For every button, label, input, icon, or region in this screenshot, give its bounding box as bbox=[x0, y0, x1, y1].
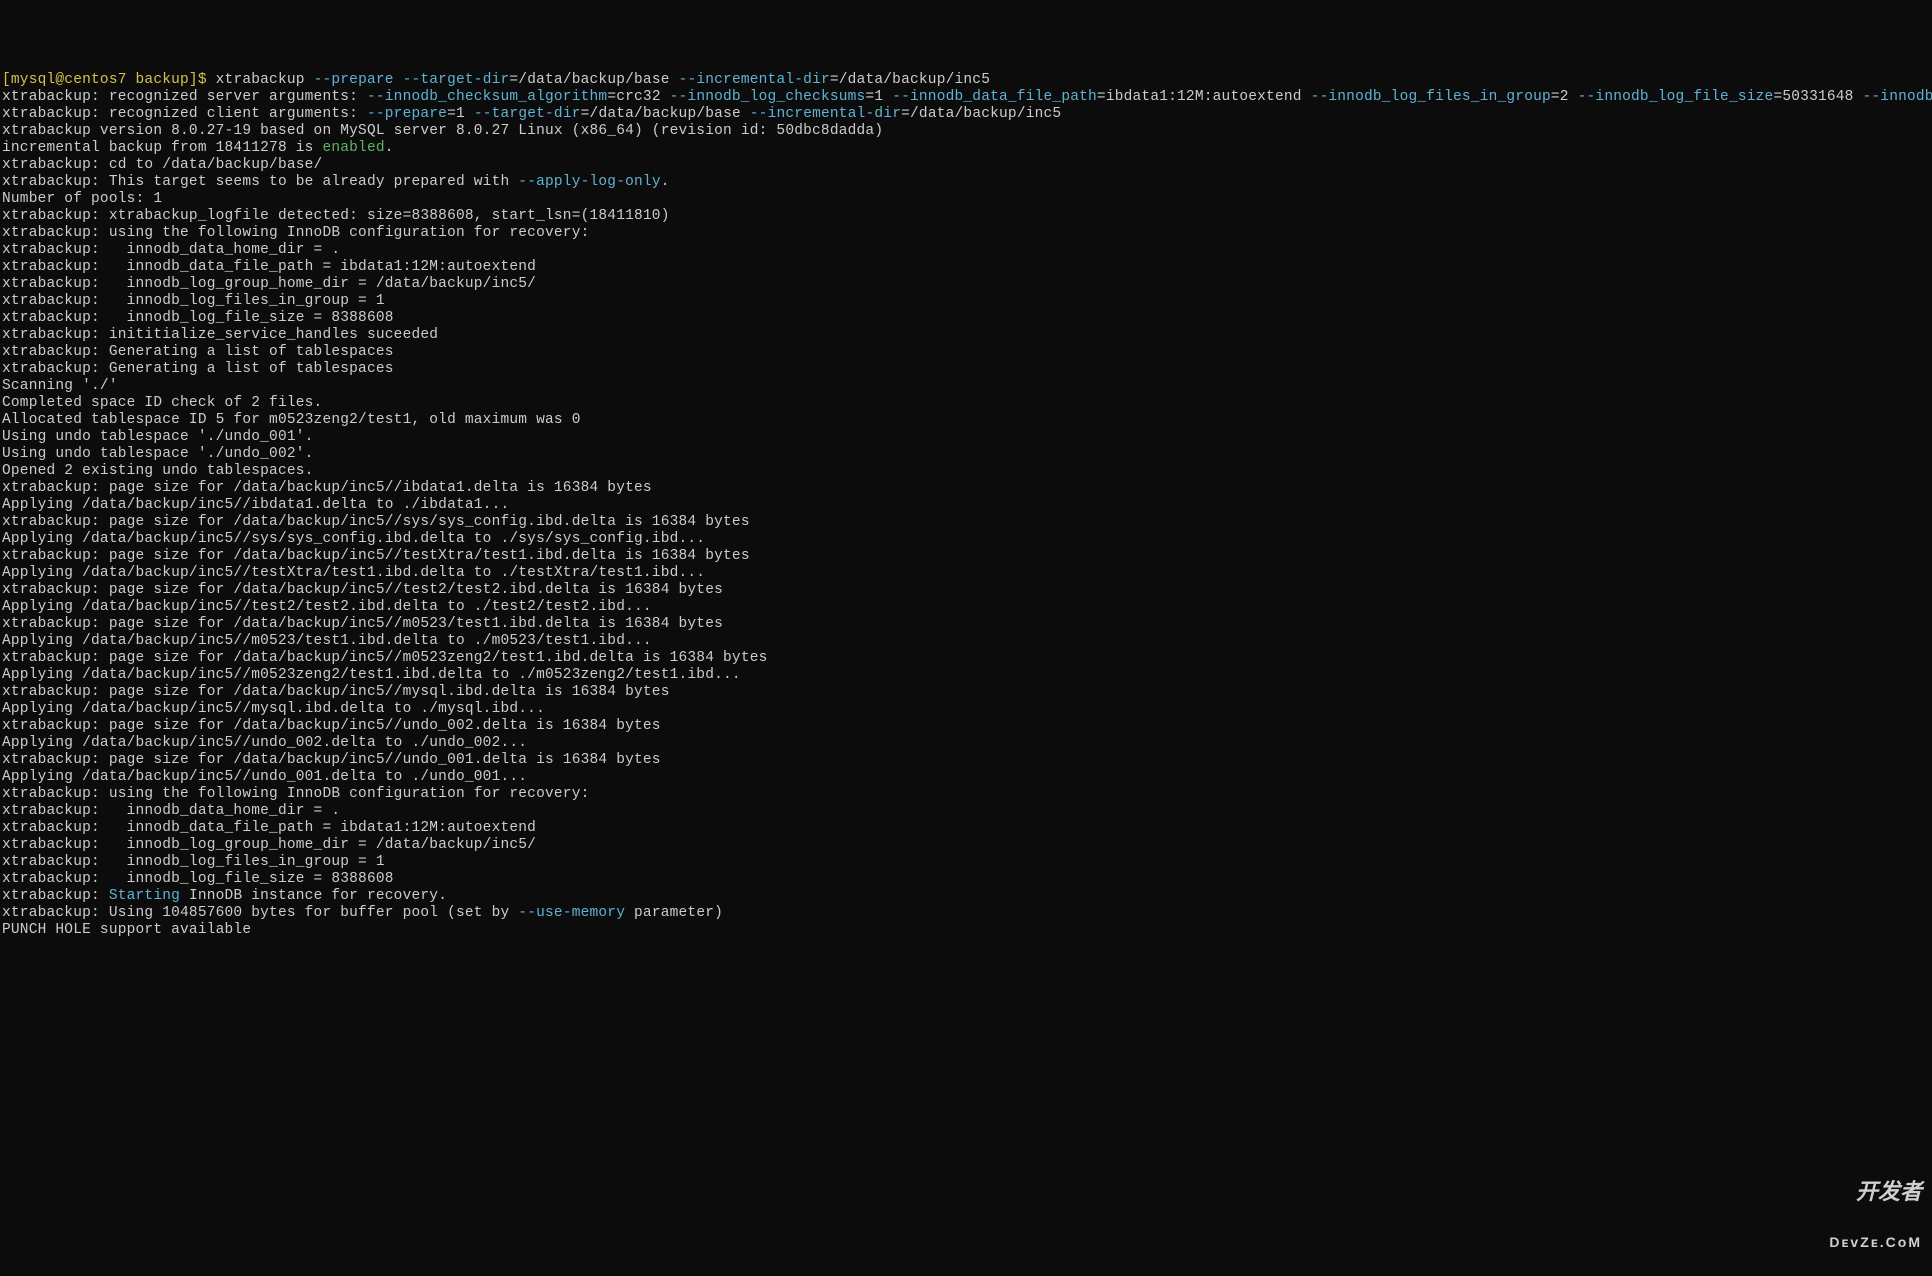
server-args-prefix: xtrabackup: recognized server arguments: bbox=[2, 89, 367, 105]
terminal-output[interactable]: [mysql@centos7 backup]$ xtrabackup --pre… bbox=[2, 72, 1930, 939]
output-line: xtrabackup: page size for /data/backup/i… bbox=[2, 480, 652, 496]
arg: --innodb_log_checksums bbox=[670, 89, 866, 105]
output-line: xtrabackup: page size for /data/backup/i… bbox=[2, 718, 661, 734]
val: =1 bbox=[865, 89, 892, 105]
output-line: xtrabackup: page size for /data/backup/i… bbox=[2, 650, 768, 666]
output-line: xtrabackup: innodb_data_home_dir = . bbox=[2, 242, 340, 258]
output-line: xtrabackup: page size for /data/backup/i… bbox=[2, 548, 750, 564]
watermark-bottom: DᴇᴠZᴇ.CᴏM bbox=[1829, 1234, 1922, 1251]
output-line: Scanning './' bbox=[2, 378, 118, 394]
val: =1 bbox=[447, 106, 474, 122]
output-line: Applying /data/backup/inc5//testXtra/tes… bbox=[2, 565, 705, 581]
output-line: xtrabackup: innodb_data_file_path = ibda… bbox=[2, 259, 536, 275]
output-line: Applying /data/backup/inc5//ibdata1.delt… bbox=[2, 497, 509, 513]
output-line: xtrabackup: Using 104857600 bytes for bu… bbox=[2, 905, 723, 921]
option-incremental-dir: --incremental-dir bbox=[679, 72, 830, 88]
output-line: xtrabackup: Generating a list of tablesp… bbox=[2, 361, 394, 377]
enabled-keyword: enabled bbox=[322, 140, 384, 156]
val: =2 bbox=[1551, 89, 1578, 105]
client-args-line: xtrabackup: recognized client arguments:… bbox=[2, 106, 1061, 122]
val: =/data/backup/inc5 bbox=[901, 106, 1061, 122]
output-line: Applying /data/backup/inc5//mysql.ibd.de… bbox=[2, 701, 545, 717]
output-line: Applying /data/backup/inc5//undo_001.del… bbox=[2, 769, 527, 785]
output-line: xtrabackup: page size for /data/backup/i… bbox=[2, 514, 750, 530]
val: =ibdata1:12M:autoextend bbox=[1097, 89, 1311, 105]
option-value: =/data/backup/base bbox=[509, 72, 678, 88]
output-line: Number of pools: 1 bbox=[2, 191, 162, 207]
output-line: xtrabackup: innodb_log_group_home_dir = … bbox=[2, 276, 536, 292]
arg: --innodb_log_files_in_group bbox=[1311, 89, 1551, 105]
output-line: xtrabackup: Starting InnoDB instance for… bbox=[2, 888, 447, 904]
output-line: xtrabackup: innodb_data_home_dir = . bbox=[2, 803, 340, 819]
arg: --target-dir bbox=[474, 106, 581, 122]
output-line: xtrabackup: using the following InnoDB c… bbox=[2, 225, 590, 241]
output-line: Applying /data/backup/inc5//sys/sys_conf… bbox=[2, 531, 705, 547]
watermark-logo: 开发者 DᴇᴠZᴇ.CᴏM bbox=[1829, 1149, 1922, 1268]
output-line: xtrabackup: innodb_data_file_path = ibda… bbox=[2, 820, 536, 836]
output-line: Applying /data/backup/inc5//m0523zeng2/t… bbox=[2, 667, 741, 683]
output-line: xtrabackup: innodb_log_files_in_group = … bbox=[2, 854, 385, 870]
output-line: Using undo tablespace './undo_002'. bbox=[2, 446, 314, 462]
client-args-prefix: xtrabackup: recognized client arguments: bbox=[2, 106, 367, 122]
starting-keyword: Starting bbox=[109, 888, 180, 904]
output-line: PUNCH HOLE support available bbox=[2, 922, 251, 938]
output-line: Applying /data/backup/inc5//undo_002.del… bbox=[2, 735, 527, 751]
output-line: Opened 2 existing undo tablespaces. bbox=[2, 463, 314, 479]
command-name: xtrabackup bbox=[216, 72, 314, 88]
output-line: xtrabackup: cd to /data/backup/base/ bbox=[2, 157, 322, 173]
output-line: xtrabackup: This target seems to be alre… bbox=[2, 174, 670, 190]
arg: --innodb_checksum_algorithm bbox=[367, 89, 607, 105]
output-line: xtrabackup: page size for /data/backup/i… bbox=[2, 684, 670, 700]
output-line: Completed space ID check of 2 files. bbox=[2, 395, 322, 411]
arg: --innodb_data_file_path bbox=[892, 89, 1097, 105]
output-line: xtrabackup: page size for /data/backup/i… bbox=[2, 582, 723, 598]
output-line: Using undo tablespace './undo_001'. bbox=[2, 429, 314, 445]
arg: --prepare bbox=[367, 106, 447, 122]
prompt-line: [mysql@centos7 backup]$ xtrabackup --pre… bbox=[2, 72, 990, 88]
output-line: xtrabackup: xtrabackup_logfile detected:… bbox=[2, 208, 670, 224]
output-line: Allocated tablespace ID 5 for m0523zeng2… bbox=[2, 412, 581, 428]
prompt-user-host: [mysql@centos7 backup]$ bbox=[2, 72, 216, 88]
apply-log-only-option: --apply-log-only bbox=[518, 174, 660, 190]
output-line: xtrabackup: Generating a list of tablesp… bbox=[2, 344, 394, 360]
server-args-line: xtrabackup: recognized server arguments:… bbox=[2, 89, 1932, 105]
output-line: xtrabackup: inititialize_service_handles… bbox=[2, 327, 438, 343]
val: =/data/backup/base bbox=[581, 106, 750, 122]
output-line: xtrabackup: using the following InnoDB c… bbox=[2, 786, 590, 802]
val: =50331648 bbox=[1773, 89, 1862, 105]
output-line: xtrabackup: innodb_log_group_home_dir = … bbox=[2, 837, 536, 853]
use-memory-option: --use-memory bbox=[518, 905, 625, 921]
output-line: incremental backup from 18411278 is enab… bbox=[2, 140, 394, 156]
output-line: Applying /data/backup/inc5//m0523/test1.… bbox=[2, 633, 652, 649]
option-value: =/data/backup/inc5 bbox=[830, 72, 990, 88]
output-line: xtrabackup: page size for /data/backup/i… bbox=[2, 616, 723, 632]
val: =crc32 bbox=[607, 89, 669, 105]
watermark-top: 开发者 bbox=[1829, 1183, 1922, 1200]
output-line: xtrabackup: innodb_log_file_size = 83886… bbox=[2, 871, 394, 887]
output-line: xtrabackup version 8.0.27-19 based on My… bbox=[2, 123, 883, 139]
output-line: xtrabackup: page size for /data/backup/i… bbox=[2, 752, 661, 768]
output-line: Applying /data/backup/inc5//test2/test2.… bbox=[2, 599, 652, 615]
output-line: xtrabackup: innodb_log_file_size = 83886… bbox=[2, 310, 394, 326]
option-prepare-target: --prepare --target-dir bbox=[314, 72, 510, 88]
output-line: xtrabackup: innodb_log_files_in_group = … bbox=[2, 293, 385, 309]
arg: --innodb_page_size bbox=[1862, 89, 1932, 105]
arg: --incremental-dir bbox=[750, 106, 901, 122]
arg: --innodb_log_file_size bbox=[1578, 89, 1774, 105]
